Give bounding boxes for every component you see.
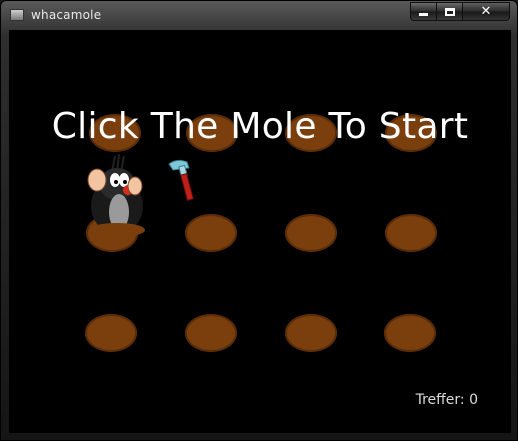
window-frame: whacamole ✕ Click The Mole To Start Tref… <box>0 0 518 441</box>
window-controls: ✕ <box>410 2 510 22</box>
window-title: whacamole <box>31 8 102 22</box>
hole-row2-col2[interactable] <box>185 214 237 252</box>
close-button[interactable]: ✕ <box>463 2 510 21</box>
start-message[interactable]: Click The Mole To Start <box>9 106 511 147</box>
maximize-button[interactable] <box>437 2 463 21</box>
score-label: Treffer: <box>415 392 465 408</box>
maximize-icon <box>444 7 455 16</box>
hole-row2-col4[interactable] <box>385 214 437 252</box>
hole-row2-col3[interactable] <box>285 214 337 252</box>
hole-row3-col3[interactable] <box>285 314 337 352</box>
hammer-cursor-icon <box>168 159 194 201</box>
app-icon <box>10 9 24 21</box>
hole-row3-col1[interactable] <box>85 314 137 352</box>
game-canvas[interactable]: Click The Mole To Start Treffer: 0 <box>9 30 511 433</box>
score-display: Treffer: 0 <box>416 392 478 408</box>
hole-row3-col4[interactable] <box>384 314 436 352</box>
minimize-icon <box>419 13 428 16</box>
minimize-button[interactable] <box>410 2 437 21</box>
close-icon: ✕ <box>480 4 492 19</box>
score-value: 0 <box>469 392 478 408</box>
titlebar[interactable]: whacamole ✕ <box>1 1 518 30</box>
mole-sprite[interactable] <box>79 150 145 236</box>
hole-row3-col2[interactable] <box>185 314 237 352</box>
